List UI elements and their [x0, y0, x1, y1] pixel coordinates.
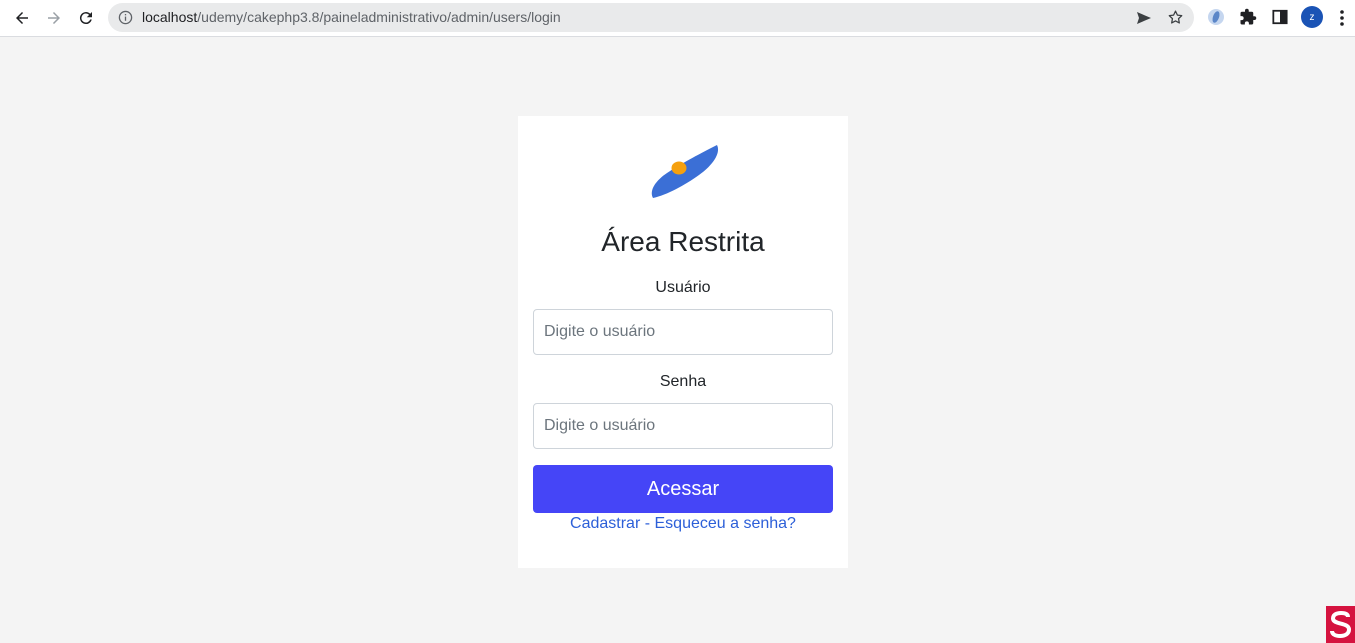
info-icon[interactable]: [118, 10, 133, 25]
password-label: Senha: [659, 373, 707, 390]
star-icon[interactable]: [1167, 9, 1184, 26]
browser-toolbar: localhost/udemy/cakephp3.8/paineladminis…: [0, 0, 1355, 37]
corner-badge-icon: [1326, 606, 1355, 643]
forward-arrow-icon[interactable]: [42, 6, 66, 30]
puzzle-icon[interactable]: [1239, 8, 1257, 26]
back-arrow-icon[interactable]: [10, 6, 34, 30]
reload-icon[interactable]: [74, 6, 98, 30]
logo-icon: [651, 145, 719, 198]
login-card: Área Restrita Usuário Senha Acessar Cada…: [518, 116, 848, 568]
sidebar-icon[interactable]: [1271, 8, 1289, 26]
forgot-password-link[interactable]: Esqueceu a senha?: [655, 515, 796, 532]
send-icon[interactable]: [1136, 10, 1152, 26]
page-title: Área Restrita: [601, 226, 765, 257]
username-input[interactable]: [533, 309, 833, 355]
password-input[interactable]: [533, 403, 833, 449]
menu-dots-icon[interactable]: [1335, 8, 1349, 28]
url-text: localhost/udemy/cakephp3.8/paineladminis…: [142, 9, 561, 25]
profile-avatar[interactable]: z: [1301, 6, 1323, 28]
register-link[interactable]: Cadastrar: [570, 515, 640, 532]
links-separator: -: [640, 515, 655, 532]
submit-button[interactable]: Acessar: [533, 465, 833, 513]
url-path: /udemy/cakephp3.8/paineladministrativo/a…: [197, 9, 561, 25]
auth-links: Cadastrar - Esqueceu a senha?: [518, 515, 848, 533]
url-host: localhost: [142, 9, 198, 25]
extension-icon[interactable]: [1207, 8, 1225, 26]
username-label: Usuário: [655, 279, 711, 296]
address-bar[interactable]: localhost/udemy/cakephp3.8/paineladminis…: [108, 3, 1194, 32]
